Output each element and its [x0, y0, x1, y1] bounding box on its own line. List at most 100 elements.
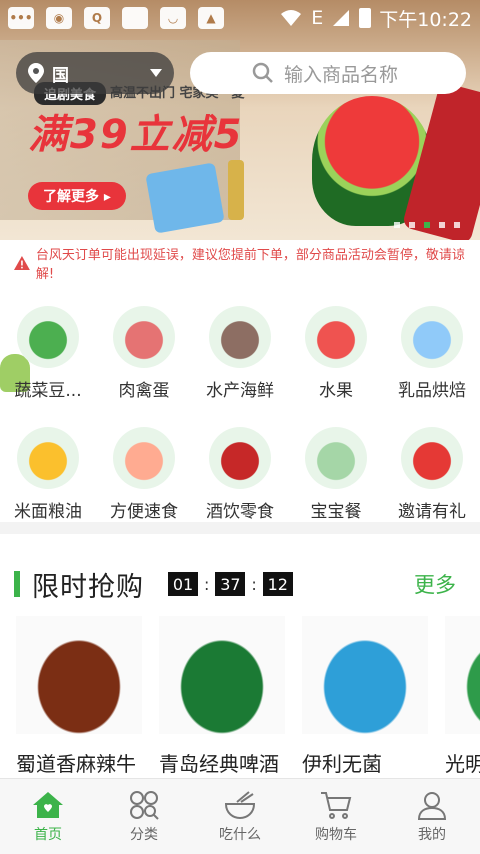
tab-profile[interactable]: 我的: [384, 779, 480, 854]
banner-dot[interactable]: [394, 222, 400, 228]
category-label: 水果: [319, 381, 353, 401]
battery-icon: [359, 8, 372, 28]
home-icon: [33, 791, 63, 818]
tab-cart[interactable]: 购物车: [288, 779, 384, 854]
tab-label: 购物车: [315, 826, 357, 843]
tab-label: 我的: [418, 826, 446, 843]
weibo-icon: ◉: [46, 7, 72, 29]
bottom-tab-bar: 首页 分类 吃什么 购物车 我的: [0, 778, 480, 854]
tab-home[interactable]: 首页: [0, 779, 96, 854]
milk-icon: [401, 306, 463, 368]
category-item[interactable]: 水果: [288, 306, 384, 401]
meat-icon: [113, 306, 175, 368]
learn-more-button[interactable]: 了解更多 ▸: [28, 182, 126, 210]
category-item[interactable]: 方便速食: [96, 427, 192, 522]
banner-dot-active[interactable]: [424, 222, 430, 228]
location-pin-icon: [28, 63, 44, 83]
milk-box-icon: [302, 616, 428, 734]
category-label: 水产海鲜: [206, 381, 274, 401]
category-label: 宝宝餐: [310, 502, 362, 522]
chevron-down-icon: [150, 69, 162, 77]
blank-notification-icon: [122, 7, 148, 29]
notice-text: 台风天订单可能出现延误，建议您提前下单，部分商品活动会暂停，敬请谅解!: [35, 248, 465, 282]
home-screen: 追剧美食 高温不出门 宅家美一夏 满39立减5 了解更多 ▸ ••• ◉ Q ◡…: [0, 0, 480, 854]
timer-separator: :: [251, 574, 257, 594]
category-label: 蔬菜豆...: [14, 381, 82, 401]
category-item[interactable]: 水产海鲜: [192, 306, 288, 401]
gift-coupon-icon: [401, 427, 463, 489]
vegetables-icon: [17, 306, 79, 368]
category-item[interactable]: 酒饮零食: [192, 427, 288, 522]
flash-sale-title: 限时抢购: [32, 571, 144, 603]
wifi-icon: [281, 10, 302, 26]
bag-icon: ◡: [160, 7, 186, 29]
user-icon: [417, 791, 447, 820]
tab-label: 首页: [34, 826, 62, 843]
dairy-pack-icon: [445, 616, 480, 734]
category-icon: [130, 790, 159, 820]
banner-headline: 满39立减5: [28, 112, 244, 158]
category-grid: 蔬菜豆... 肉禽蛋 水产海鲜 水果 乳品烘焙 米面粮油 方便速食 酒饮零食 宝…: [0, 306, 480, 522]
signal-icon: [333, 10, 350, 26]
banner-pagination: [394, 222, 460, 228]
banner-dot[interactable]: [439, 222, 445, 228]
noodles-icon: [113, 427, 175, 489]
image-icon: ▲: [198, 7, 224, 29]
category-label: 酒饮零食: [206, 502, 274, 522]
section-accent-bar: [14, 571, 20, 597]
network-type: E: [311, 7, 324, 29]
search-icon: [252, 62, 273, 83]
product-name: 蜀道香麻辣牛: [16, 752, 136, 776]
product-name: 青岛经典啤酒: [159, 752, 279, 776]
category-item[interactable]: 邀请有礼: [384, 427, 480, 522]
product-card[interactable]: 光明: [429, 616, 480, 777]
banner-dot[interactable]: [409, 222, 415, 228]
product-name: 伊利无菌: [302, 752, 382, 776]
product-card[interactable]: 蜀道香麻辣牛: [0, 616, 143, 777]
bowl-icon: [224, 790, 256, 819]
timer-seconds: 12: [262, 572, 293, 596]
countdown-timer: 01 : 37 : 12: [168, 572, 293, 596]
delivery-notice: 台风天订单可能出现延误，建议您提前下单，部分商品活动会暂停，敬请谅解!: [0, 248, 480, 282]
category-item[interactable]: 宝宝餐: [288, 427, 384, 522]
watermelon-icon: [305, 306, 367, 368]
category-label: 方便速食: [110, 502, 178, 522]
promo-banner[interactable]: 追剧美食 高温不出门 宅家美一夏 满39立减5 了解更多 ▸: [0, 0, 480, 240]
product-card[interactable]: 伊利无菌: [286, 616, 429, 777]
beer-bottle-graphic: [228, 160, 244, 220]
tab-category[interactable]: 分类: [96, 779, 192, 854]
section-divider: [0, 522, 480, 534]
category-item[interactable]: 肉禽蛋: [96, 306, 192, 401]
timer-hours: 01: [168, 572, 198, 596]
tab-label: 吃什么: [219, 826, 261, 843]
flash-sale-header: 限时抢购 01 : 37 : 12 更多: [0, 566, 480, 603]
drinks-icon: [209, 427, 271, 489]
banner-dot[interactable]: [454, 222, 460, 228]
location-selector[interactable]: 国: [16, 52, 174, 94]
category-item[interactable]: 乳品烘焙: [384, 306, 480, 401]
baby-food-icon: [305, 427, 367, 489]
search-input[interactable]: 输入商品名称: [190, 52, 466, 94]
product-card[interactable]: 青岛经典啤酒: [143, 616, 286, 777]
location-city: 国: [52, 65, 69, 86]
timer-minutes: 37: [215, 572, 246, 596]
more-link[interactable]: 更多: [414, 569, 456, 599]
beef-jerky-icon: [16, 616, 142, 734]
flash-sale-products: 蜀道香麻辣牛 青岛经典啤酒 伊利无菌 光明: [0, 616, 480, 777]
status-bar: ••• ◉ Q ◡ ▲ E 下午10:22: [0, 0, 480, 36]
warning-icon: [14, 256, 30, 270]
fish-icon: [209, 306, 271, 368]
category-item[interactable]: 米面粮油: [0, 427, 96, 522]
cart-icon: [321, 791, 352, 819]
category-label: 乳品烘焙: [398, 381, 466, 401]
q-app-icon: Q: [84, 7, 110, 29]
product-name: 光明: [445, 752, 480, 776]
tab-what-to-eat[interactable]: 吃什么: [192, 779, 288, 854]
tab-label: 分类: [130, 826, 158, 843]
clock: 下午10:22: [379, 8, 472, 31]
category-item[interactable]: 蔬菜豆...: [0, 306, 96, 401]
message-icon: •••: [8, 7, 34, 29]
beer-icon: [159, 616, 285, 734]
snack-bag-graphic: [145, 162, 225, 234]
search-placeholder: 输入商品名称: [284, 63, 399, 86]
